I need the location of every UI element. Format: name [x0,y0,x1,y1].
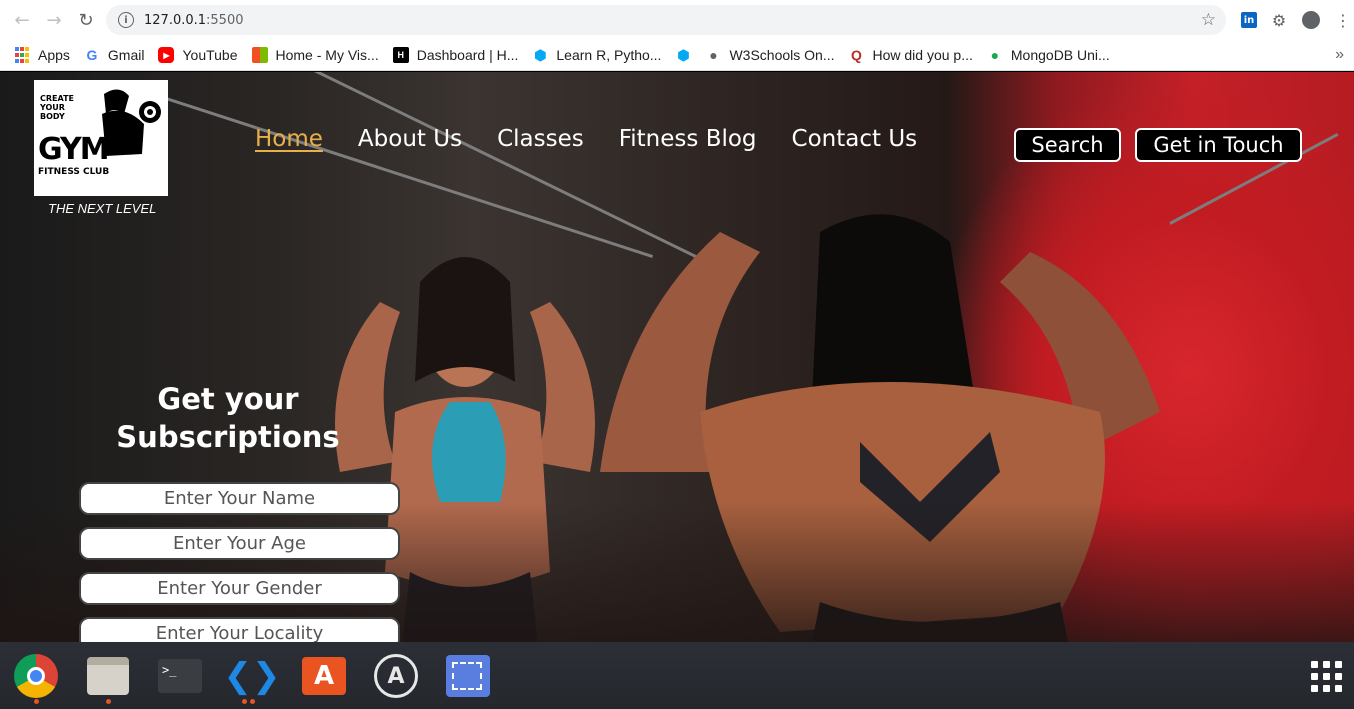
address-bar[interactable]: i 127.0.0.1:5500 ☆ [106,5,1226,35]
nav-about-us[interactable]: About Us [358,126,462,152]
terminal-icon: >_ [158,659,202,693]
locality-field[interactable] [79,617,400,642]
nav-fitness-blog[interactable]: Fitness Blog [619,126,757,152]
extensions-puzzle-icon[interactable]: ⚙ [1268,9,1290,31]
forward-arrow-icon[interactable]: → [38,4,70,36]
logo-create-text: CREATE YOUR BODY [40,94,74,121]
gender-field[interactable] [79,572,400,605]
bookmark-quora[interactable]: Q How did you p... [849,47,973,63]
gym-logo[interactable]: CREATE YOUR BODY GYM FITNESS CLUB [34,80,168,196]
screenshot-taskbar-button[interactable] [446,654,490,698]
vscode-icon: ❮❯ [223,656,281,696]
globe-icon: ● [709,47,718,63]
microsoft-icon [251,47,268,63]
software-store-icon: A [302,657,346,695]
logo-gym-text: GYM [38,132,110,167]
bookmark-w3schools[interactable]: ● W3Schools On... [705,47,834,63]
running-indicator [242,699,247,704]
bookmark-star-icon[interactable]: ☆ [1201,10,1216,30]
gym-website-hero: CREATE YOUR BODY GYM FITNESS CLUB THE NE… [0,72,1354,642]
linkedin-extension-icon[interactable]: in [1238,9,1260,31]
nav-contact-us[interactable]: Contact Us [792,126,918,152]
atom-icon: A [374,654,418,698]
datacamp-icon: ⬢ [534,46,547,63]
running-indicator [33,699,39,704]
logo-club-text: FITNESS CLUB [38,167,110,177]
quora-icon: Q [851,47,862,63]
bookmark-apps[interactable]: Apps [14,47,70,63]
chrome-taskbar-button[interactable] [14,654,58,704]
vscode-taskbar-button[interactable]: ❮❯ [223,654,281,704]
terminal-taskbar-button[interactable]: >_ [158,654,202,698]
profile-avatar-icon[interactable] [1300,9,1322,31]
url-text: 127.0.0.1:5500 [144,12,244,28]
screenshot-icon [446,655,490,697]
search-button[interactable]: Search [1014,128,1121,162]
tagline: THE NEXT LEVEL [48,201,157,216]
bookmarks-bar: Apps G Gmail ▶ YouTube Home - My Vis... … [0,40,1354,71]
browser-toolbar: ← → ↻ i 127.0.0.1:5500 ☆ in ⚙ ⋮ [0,0,1354,40]
running-indicator [250,699,255,704]
atom-taskbar-button[interactable]: A [374,654,418,698]
show-applications-button[interactable] [1308,654,1344,698]
bookmark-mongodb[interactable]: ● MongoDB Uni... [987,47,1110,63]
nav-home[interactable]: Home [255,126,323,152]
back-arrow-icon[interactable]: ← [6,4,38,36]
nav-classes[interactable]: Classes [497,126,584,152]
get-in-touch-button[interactable]: Get in Touch [1135,128,1302,162]
hackerrank-icon: H [392,47,409,63]
app-grid-icon [1310,660,1342,692]
bookmark-youtube[interactable]: ▶ YouTube [158,47,238,63]
reload-icon[interactable]: ↻ [70,4,102,36]
bookmark-dashboard[interactable]: H Dashboard | H... [392,47,518,63]
chrome-icon [14,654,58,698]
files-icon [87,657,129,695]
google-icon: G [86,47,98,63]
bookmark-my-visual[interactable]: Home - My Vis... [251,47,379,63]
files-taskbar-button[interactable] [86,654,130,704]
mongodb-icon: ● [990,47,1000,63]
main-nav: Home About Us Classes Fitness Blog Conta… [255,126,952,152]
running-indicator [105,699,111,704]
apps-grid-icon [14,47,30,63]
datacamp-icon: ⬢ [677,46,690,63]
bookmark-datacamp[interactable]: ⬢ [675,47,691,63]
bookmark-learn-r[interactable]: ⬢ Learn R, Pytho... [532,46,661,64]
age-field[interactable] [79,527,400,560]
name-field[interactable] [79,482,400,515]
bookmarks-overflow-icon[interactable]: » [1335,46,1344,64]
desktop-taskbar: >_ ❮❯ A A [0,642,1354,709]
site-info-icon[interactable]: i [118,12,134,28]
browser-menu-icon[interactable]: ⋮ [1332,9,1354,31]
youtube-icon: ▶ [158,47,175,63]
software-store-taskbar-button[interactable]: A [302,654,346,698]
subscription-title: Get your Subscriptions [116,382,340,454]
bookmark-gmail[interactable]: G Gmail [84,47,144,63]
